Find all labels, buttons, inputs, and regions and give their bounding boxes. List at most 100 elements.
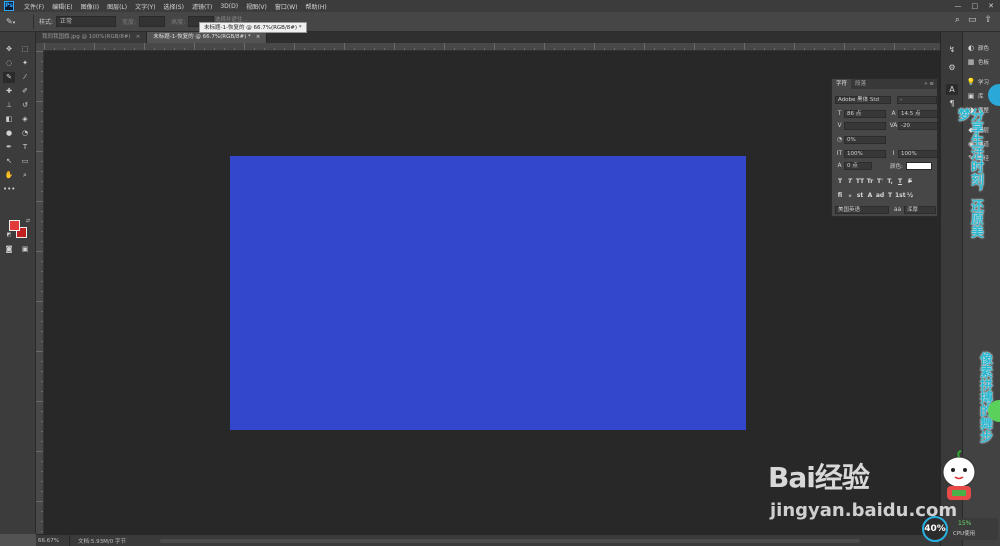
cpu-label: CPU使用 xyxy=(953,531,976,537)
eraser-icon[interactable]: ◧ xyxy=(3,114,15,125)
panel-label: 颜色 xyxy=(978,46,990,52)
dodge-tool-icon[interactable]: ◔ xyxy=(19,128,31,139)
rectangle-tool-icon[interactable]: ▭ xyxy=(19,156,31,167)
text-color-swatch[interactable] xyxy=(905,161,932,170)
language-select[interactable]: 美国英语 xyxy=(835,205,889,214)
tab-paragraph[interactable]: 段落 xyxy=(851,79,870,89)
pen-tool-icon[interactable]: ✒ xyxy=(3,142,15,153)
blur-tool-icon[interactable]: ● xyxy=(3,128,15,139)
lasso-tool-icon[interactable]: ◌ xyxy=(3,58,15,69)
superscript-button[interactable]: T' xyxy=(875,178,885,185)
horizontal-ruler[interactable] xyxy=(44,43,940,51)
style-select[interactable]: 正常 xyxy=(56,16,117,27)
close-icon[interactable]: × xyxy=(256,34,261,40)
panel-swatches[interactable]: ▦ 色板 xyxy=(966,56,1000,68)
width-field[interactable] xyxy=(139,16,166,27)
share-icon[interactable]: ⇪ xyxy=(984,15,992,25)
paintbrush-icon[interactable]: ✐ xyxy=(19,86,31,97)
bucket-icon[interactable]: ◈ xyxy=(19,114,31,125)
ruler-tick xyxy=(36,151,43,152)
style-label: 样式: xyxy=(39,19,54,26)
ruler-tick xyxy=(194,43,195,50)
kerning-icon: V xyxy=(837,122,842,129)
menu-file[interactable]: 文件(F) xyxy=(20,2,48,11)
zoom-level-field[interactable]: 66.67% xyxy=(36,534,70,546)
menu-layer[interactable]: 图层(L) xyxy=(103,2,131,11)
faux-italic-button[interactable]: T xyxy=(845,178,855,185)
kerning-field[interactable] xyxy=(844,121,886,130)
swatches-icon: ▦ xyxy=(967,58,975,66)
ruler-tick xyxy=(894,43,895,50)
history-panel-icon[interactable]: ↯ xyxy=(946,44,958,55)
menu-select[interactable]: 选择(S) xyxy=(159,2,188,11)
menu-image[interactable]: 图像(I) xyxy=(77,2,103,11)
menu-type[interactable]: 文字(Y) xyxy=(131,2,159,11)
vertical-scale-field[interactable]: 100% xyxy=(844,149,886,158)
panel-menu-icon[interactable]: » ≡ xyxy=(924,81,937,87)
foreground-color-swatch[interactable] xyxy=(9,220,20,231)
workspace-icon[interactable]: ▭ xyxy=(968,15,977,25)
type-tool-icon[interactable]: T xyxy=(19,142,31,153)
stylistic-alternates-button[interactable]: st xyxy=(855,192,865,199)
close-window-button[interactable]: ✕ xyxy=(988,0,994,12)
menu-3d[interactable]: 3D(D) xyxy=(216,3,242,10)
tracking-field[interactable]: -20 xyxy=(898,121,938,130)
menu-help[interactable]: 帮助(H) xyxy=(302,2,331,11)
move-tool-icon[interactable]: ✥ xyxy=(3,44,15,55)
tab-document-1[interactable]: 我同我国旗.jpg @ 100%(RGB/8#) × xyxy=(36,32,148,43)
vertical-ruler[interactable] xyxy=(36,51,44,534)
minimize-button[interactable]: — xyxy=(955,0,962,12)
fractions-button[interactable]: ½ xyxy=(905,192,915,199)
zoom-tool-icon[interactable]: ⌕ xyxy=(19,170,31,181)
more-tools-icon[interactable]: ••• xyxy=(3,184,15,195)
default-colors-icon[interactable]: ◩ xyxy=(3,230,15,241)
magic-wand-icon[interactable]: ✦ xyxy=(19,58,31,69)
faux-bold-button[interactable]: T xyxy=(835,178,845,185)
hand-tool-icon[interactable]: ✋ xyxy=(3,170,15,181)
maximize-button[interactable]: □ xyxy=(972,0,979,12)
ordinals-button[interactable]: 1st xyxy=(895,192,906,199)
close-icon[interactable]: × xyxy=(136,34,141,40)
baseline-shift-field[interactable]: 0 点 xyxy=(844,161,872,170)
alt-ligatures-button[interactable]: ℴ xyxy=(845,192,855,199)
menu-edit[interactable]: 编辑(E) xyxy=(48,2,76,11)
contextual-button[interactable]: T xyxy=(885,192,895,199)
history-brush-icon[interactable]: ↺ xyxy=(19,100,31,111)
quick-mask-icon[interactable]: ◙ xyxy=(3,244,15,255)
ligatures-button[interactable]: fi xyxy=(835,192,845,199)
antialias-select[interactable]: 浑厚 xyxy=(904,205,936,214)
screen-mode-icon[interactable]: ▣ xyxy=(19,244,31,255)
menu-filter[interactable]: 滤镜(T) xyxy=(188,2,216,11)
all-caps-button[interactable]: TT xyxy=(855,178,865,185)
stamp-tool-icon[interactable]: ⊥ xyxy=(3,100,15,111)
healing-brush-icon[interactable]: ✚ xyxy=(3,86,15,97)
tsume-field[interactable]: 0% xyxy=(844,135,886,144)
font-size-field[interactable]: 86 点 xyxy=(844,109,886,118)
subscript-button[interactable]: T, xyxy=(885,178,895,185)
small-caps-button[interactable]: Tr xyxy=(865,178,875,185)
titling-button[interactable]: ad xyxy=(875,192,885,199)
horizontal-scrollbar[interactable] xyxy=(160,539,860,543)
underline-button[interactable]: T xyxy=(895,178,905,185)
menu-view[interactable]: 视图(V) xyxy=(242,2,271,11)
properties-panel-icon[interactable]: ⚙ xyxy=(946,62,958,73)
tool-preset-picker[interactable]: ✎▾ xyxy=(6,15,28,29)
font-family-select[interactable]: Adobe 黑体 Std xyxy=(835,95,891,104)
tab-character[interactable]: 字符 xyxy=(832,79,852,89)
menu-window[interactable]: 窗口(W) xyxy=(271,2,302,11)
artboard-tool-icon[interactable]: ⬚ xyxy=(19,44,31,55)
eyedropper-icon[interactable]: ⁄ xyxy=(19,72,31,83)
horizontal-scale-field[interactable]: 100% xyxy=(898,149,938,158)
vertical-slogan-1: 分享生活时刻，还原美梦 xyxy=(955,108,983,238)
swap-colors-icon[interactable]: ⇄ xyxy=(22,216,34,227)
font-style-select[interactable]: - xyxy=(897,95,937,104)
swash-button[interactable]: A xyxy=(865,192,875,199)
character-panel-icon[interactable]: A xyxy=(946,84,958,95)
path-select-icon[interactable]: ↖ xyxy=(3,156,15,167)
search-icon[interactable]: ⌕ xyxy=(955,15,960,25)
panel-color[interactable]: ◐ 颜色 xyxy=(966,42,1000,54)
brush-tool-icon[interactable]: ✎ xyxy=(3,72,15,83)
leading-field[interactable]: 14.5 点 xyxy=(898,109,938,118)
strikethrough-button[interactable]: F xyxy=(905,178,915,185)
document-canvas[interactable] xyxy=(230,156,746,430)
